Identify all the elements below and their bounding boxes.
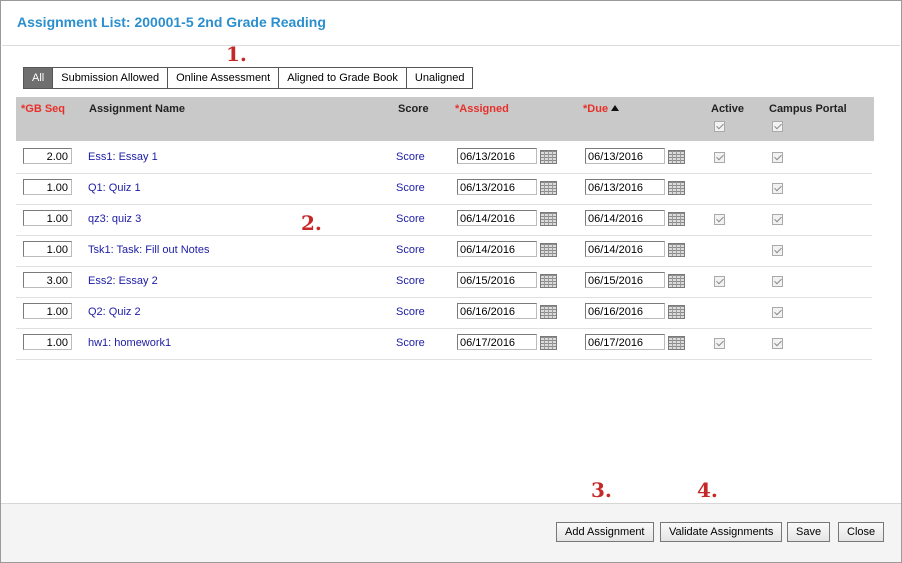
table-row: 2.00 Ess1: Essay 1 Score 06/13/2016 06/13/20… (16, 142, 872, 174)
table-header: *GB Seq Assignment Name Score *Assigned … (16, 97, 874, 141)
table-row: 1.00 Tsk1: Task: Fill out Notes Score 06/14… (16, 235, 872, 267)
annotation-marker-4: 4. (697, 478, 718, 502)
title-divider (2, 45, 900, 46)
assigned-date-input[interactable]: 06/15/2016 (457, 272, 537, 288)
assignment-name-link[interactable]: qz3: quiz 3 (88, 213, 141, 225)
campus-portal-checkbox[interactable] (772, 307, 783, 318)
campus-portal-checkbox[interactable] (772, 338, 783, 349)
column-gb-seq[interactable]: *GB Seq (21, 103, 65, 115)
filter-tabs: All Submission Allowed Online Assessment… (23, 67, 474, 89)
score-link[interactable]: Score (396, 213, 425, 225)
due-date-input[interactable]: 06/14/2016 (585, 210, 665, 226)
calendar-icon[interactable] (668, 181, 685, 195)
column-due[interactable]: *Due (583, 103, 620, 115)
gb-seq-input[interactable]: 2.00 (23, 148, 72, 164)
calendar-icon[interactable] (668, 336, 685, 350)
filter-unaligned[interactable]: Unaligned (405, 67, 474, 89)
due-date-input[interactable]: 06/13/2016 (585, 148, 665, 164)
filter-aligned-to-grade-book[interactable]: Aligned to Grade Book (278, 67, 407, 89)
filter-all[interactable]: All (23, 67, 54, 89)
assignment-name-link[interactable]: Tsk1: Task: Fill out Notes (88, 244, 209, 256)
gb-seq-input[interactable]: 1.00 (23, 210, 72, 226)
due-date-input[interactable]: 06/16/2016 (585, 303, 665, 319)
gb-seq-input[interactable]: 1.00 (23, 303, 72, 319)
assigned-date-input[interactable]: 06/14/2016 (457, 210, 537, 226)
calendar-icon[interactable] (540, 181, 557, 195)
campus-portal-checkbox[interactable] (772, 214, 783, 225)
column-assignment-name[interactable]: Assignment Name (89, 103, 185, 115)
column-assigned[interactable]: *Assigned (455, 103, 509, 115)
campus-portal-checkbox[interactable] (772, 276, 783, 287)
gb-seq-input[interactable]: 1.00 (23, 334, 72, 350)
calendar-icon[interactable] (668, 243, 685, 257)
calendar-icon[interactable] (668, 305, 685, 319)
campus-portal-checkbox[interactable] (772, 152, 783, 163)
portal-select-all-checkbox[interactable] (772, 121, 783, 132)
column-score[interactable]: Score (398, 103, 429, 115)
calendar-icon[interactable] (540, 243, 557, 257)
assigned-date-input[interactable]: 06/17/2016 (457, 334, 537, 350)
calendar-icon[interactable] (540, 150, 557, 164)
table-row: 1.00 Q2: Quiz 2 Score 06/16/2016 06/16/2016 (16, 297, 872, 329)
filter-online-assessment[interactable]: Online Assessment (167, 67, 280, 89)
active-checkbox[interactable] (714, 338, 725, 349)
active-checkbox[interactable] (714, 152, 725, 163)
assignment-name-link[interactable]: Q1: Quiz 1 (88, 182, 141, 194)
score-link[interactable]: Score (396, 244, 425, 256)
close-button[interactable]: Close (838, 522, 885, 542)
annotation-marker-3: 3. (591, 478, 612, 502)
column-due-label: *Due (583, 103, 609, 115)
calendar-icon[interactable] (668, 212, 685, 226)
calendar-icon[interactable] (540, 305, 557, 319)
assigned-date-input[interactable]: 06/16/2016 (457, 303, 537, 319)
score-link[interactable]: Score (396, 182, 425, 194)
calendar-icon[interactable] (540, 274, 557, 288)
table-row: 3.00 Ess2: Essay 2 Score 06/15/2016 06/15/20… (16, 266, 872, 298)
table-row: 1.00 qz3: quiz 3 Score 06/14/2016 06/14/2016 (16, 204, 872, 236)
filter-submission-allowed[interactable]: Submission Allowed (52, 67, 169, 89)
calendar-icon[interactable] (668, 150, 685, 164)
gb-seq-input[interactable]: 1.00 (23, 241, 72, 257)
campus-portal-checkbox[interactable] (772, 245, 783, 256)
assignment-name-link[interactable]: hw1: homework1 (88, 337, 171, 349)
gb-seq-input[interactable]: 3.00 (23, 272, 72, 288)
annotation-marker-1: 1. (226, 42, 247, 66)
column-campus-portal[interactable]: Campus Portal (769, 103, 847, 115)
due-date-input[interactable]: 06/17/2016 (585, 334, 665, 350)
validate-assignments-button[interactable]: Validate Assignments (660, 522, 783, 542)
due-date-input[interactable]: 06/13/2016 (585, 179, 665, 195)
active-checkbox[interactable] (714, 276, 725, 287)
score-link[interactable]: Score (396, 275, 425, 287)
sort-ascending-icon (611, 105, 620, 111)
gb-seq-input[interactable]: 1.00 (23, 179, 72, 195)
active-checkbox[interactable] (714, 214, 725, 225)
assigned-date-input[interactable]: 06/13/2016 (457, 148, 537, 164)
due-date-input[interactable]: 06/15/2016 (585, 272, 665, 288)
table-row: 1.00 hw1: homework1 Score 06/17/2016 06/17/2… (16, 328, 872, 360)
column-active[interactable]: Active (711, 103, 744, 115)
assignment-name-link[interactable]: Q2: Quiz 2 (88, 306, 141, 318)
assigned-date-input[interactable]: 06/14/2016 (457, 241, 537, 257)
save-button[interactable]: Save (787, 522, 831, 542)
add-assignment-button[interactable]: Add Assignment (556, 522, 654, 542)
assigned-date-input[interactable]: 06/13/2016 (457, 179, 537, 195)
assignment-name-link[interactable]: Ess2: Essay 2 (88, 275, 158, 287)
active-select-all-checkbox[interactable] (714, 121, 725, 132)
calendar-icon[interactable] (668, 274, 685, 288)
due-date-input[interactable]: 06/14/2016 (585, 241, 665, 257)
table-row: 1.00 Q1: Quiz 1 Score 06/13/2016 06/13/2016 (16, 173, 872, 205)
calendar-icon[interactable] (540, 336, 557, 350)
assignment-name-link[interactable]: Ess1: Essay 1 (88, 151, 158, 163)
score-link[interactable]: Score (396, 337, 425, 349)
score-link[interactable]: Score (396, 151, 425, 163)
calendar-icon[interactable] (540, 212, 557, 226)
campus-portal-checkbox[interactable] (772, 183, 783, 194)
dialog-title: Assignment List: 200001-5 2nd Grade Read… (17, 14, 326, 30)
score-link[interactable]: Score (396, 306, 425, 318)
